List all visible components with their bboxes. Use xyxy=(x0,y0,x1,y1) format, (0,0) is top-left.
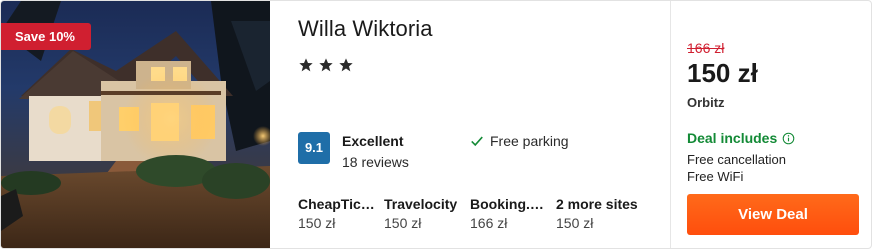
site-booking[interactable]: Booking.… 166 zł xyxy=(470,196,556,231)
hotel-info: Willa Wiktoria 9.1 Excellent 18 reviews … xyxy=(298,1,670,248)
original-price: 166 zł xyxy=(687,40,725,56)
amenity-free-parking: Free parking xyxy=(470,133,569,149)
hotel-result-card: Save 10% Willa Wiktoria 9.1 Excellent 18… xyxy=(0,0,872,249)
site-price: 150 zł xyxy=(384,215,422,231)
amenity-label: Free parking xyxy=(490,133,569,149)
site-name: CheapTic… xyxy=(298,196,375,212)
check-icon xyxy=(471,136,483,147)
view-deal-button[interactable]: View Deal xyxy=(687,194,859,235)
site-cheaptickets[interactable]: CheapTic… 150 zł xyxy=(298,196,384,231)
site-name: Travelocity xyxy=(384,196,458,212)
perk-free-cancellation: Free cancellation xyxy=(687,152,786,167)
price-comparison-sites: CheapTic… 150 zł Travelocity 150 zł Book… xyxy=(298,196,642,231)
site-price: 150 zł xyxy=(556,215,594,231)
deal-includes[interactable]: Deal includes xyxy=(687,130,795,146)
site-price: 166 zł xyxy=(470,215,508,231)
star-icon xyxy=(299,58,313,72)
star-rating xyxy=(298,57,354,73)
deal-price[interactable]: 150 zł xyxy=(687,58,758,89)
info-icon[interactable] xyxy=(782,132,795,145)
hotel-name[interactable]: Willa Wiktoria xyxy=(298,16,433,42)
column-divider xyxy=(670,1,671,248)
star-icon xyxy=(319,58,333,72)
more-sites-dropdown[interactable]: 2 more sites 150 zł xyxy=(556,196,642,231)
star-icon xyxy=(339,58,353,72)
more-sites-label: 2 more sites xyxy=(556,196,638,212)
site-travelocity[interactable]: Travelocity 150 zł xyxy=(384,196,470,231)
site-name: Booking.… xyxy=(470,196,544,212)
rating-label: Excellent xyxy=(342,133,404,149)
deal-column: 166 zł 150 zł Orbitz Deal includes Free … xyxy=(687,1,859,248)
discount-badge: Save 10% xyxy=(1,23,91,50)
site-price: 150 zł xyxy=(298,215,336,231)
hotel-photo[interactable]: Save 10% xyxy=(1,1,270,248)
deal-provider: Orbitz xyxy=(687,95,725,110)
deal-includes-label: Deal includes xyxy=(687,130,778,146)
more-sites-toggle[interactable]: 2 more sites xyxy=(556,196,642,212)
rating-score[interactable]: 9.1 xyxy=(298,132,330,164)
review-count[interactable]: 18 reviews xyxy=(342,154,409,170)
perk-free-wifi: Free WiFi xyxy=(687,169,744,184)
